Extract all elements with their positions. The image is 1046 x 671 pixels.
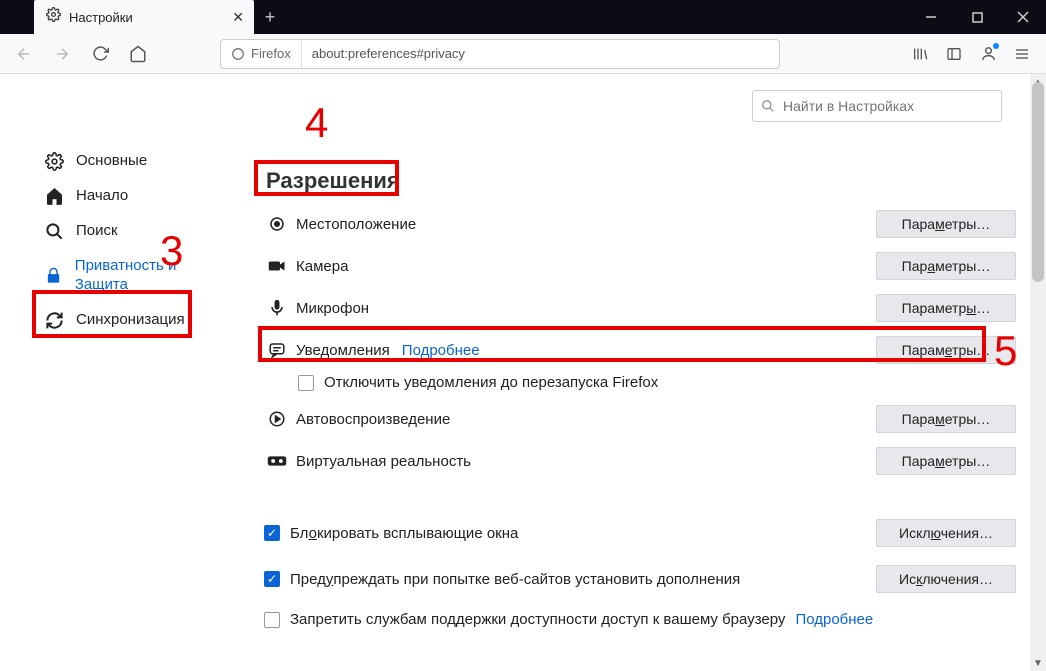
autoplay-settings-button[interactable]: Параметры… <box>876 405 1016 433</box>
url-text: about:preferences#privacy <box>302 46 475 61</box>
camera-settings-button[interactable]: Параметры… <box>876 252 1016 280</box>
forward-button[interactable] <box>46 38 78 70</box>
microphone-settings-button[interactable]: Параметры… <box>876 294 1016 322</box>
permission-label: Автовоспроизведение <box>296 411 450 428</box>
permission-row-microphone: Микрофон Параметры… <box>260 294 1016 322</box>
sidebar-item-sync[interactable]: Синхронизация <box>38 303 230 338</box>
permission-row-vr: Виртуальная реальность Параметры… <box>260 447 1016 475</box>
location-settings-button[interactable]: Параметры… <box>876 210 1016 238</box>
tab-title: Настройки <box>69 10 224 25</box>
permission-row-camera: Камера Параметры… <box>260 252 1016 280</box>
reload-button[interactable] <box>84 38 116 70</box>
location-icon <box>264 215 290 233</box>
preferences-search[interactable] <box>752 90 1002 122</box>
gear-icon <box>46 7 61 27</box>
camera-icon <box>264 259 290 273</box>
warn-addons-row: Предупреждать при попытке веб-сайтов уст… <box>260 565 1016 593</box>
warn-addons-checkbox[interactable] <box>264 571 280 587</box>
browser-toolbar: Firefox about:preferences#privacy <box>0 34 1046 74</box>
permission-label: Уведомления <box>296 342 390 359</box>
accessibility-learn-more-link[interactable]: Подробнее <box>795 611 873 628</box>
sidebar-item-label: Синхронизация <box>76 311 185 330</box>
minimize-button[interactable] <box>908 0 954 34</box>
new-tab-button[interactable]: + <box>254 0 286 34</box>
preferences-content: Основные Начало Поиск Приватность и Защи… <box>0 74 1046 671</box>
sidebar-item-general[interactable]: Основные <box>38 144 230 179</box>
vr-settings-button[interactable]: Параметры… <box>876 447 1016 475</box>
identity-box[interactable]: Firefox <box>221 40 302 68</box>
sidebar-item-label: Основные <box>76 152 147 171</box>
preferences-search-input[interactable] <box>783 98 993 114</box>
sync-icon <box>44 311 64 330</box>
vr-icon <box>264 455 290 467</box>
menu-button[interactable] <box>1006 38 1038 70</box>
pause-notifications-checkbox[interactable] <box>298 375 314 391</box>
sidebar-item-privacy[interactable]: Приватность и Защита <box>38 249 230 303</box>
sidebar-toggle-icon[interactable] <box>938 38 970 70</box>
addons-exceptions-button[interactable]: Исключения… <box>876 565 1016 593</box>
microphone-icon <box>264 299 290 317</box>
window-titlebar: Настройки ✕ + <box>0 0 1046 34</box>
scroll-thumb[interactable] <box>1032 82 1044 282</box>
sidebar-item-search[interactable]: Поиск <box>38 214 230 249</box>
library-icon[interactable] <box>904 38 936 70</box>
maximize-button[interactable] <box>954 0 1000 34</box>
back-button[interactable] <box>8 38 40 70</box>
browser-tab[interactable]: Настройки ✕ <box>34 0 254 34</box>
close-tab-icon[interactable]: ✕ <box>232 9 244 26</box>
notifications-learn-more-link[interactable]: Подробнее <box>402 342 480 359</box>
search-icon <box>44 222 64 241</box>
scroll-down-arrow[interactable]: ▼ <box>1030 655 1046 671</box>
section-title-permissions: Разрешения <box>260 166 406 196</box>
block-popups-checkbox[interactable] <box>264 525 280 541</box>
vertical-scrollbar[interactable]: ▲ ▼ <box>1030 74 1046 671</box>
search-icon <box>761 99 775 113</box>
permission-label: Камера <box>296 258 348 275</box>
permission-label: Микрофон <box>296 300 369 317</box>
home-button[interactable] <box>122 38 154 70</box>
firefox-logo-icon <box>231 47 245 61</box>
notifications-pause-row: Отключить уведомления до перезапуска Fir… <box>298 374 1016 391</box>
notification-icon <box>264 341 290 359</box>
permission-row-location: Местоположение Параметры… <box>260 210 1016 238</box>
permission-row-autoplay: Автовоспроизведение Параметры… <box>260 405 1016 433</box>
preferences-main: Разрешения Местоположение Параметры… Кам… <box>230 74 1046 671</box>
address-bar[interactable]: Firefox about:preferences#privacy <box>220 39 780 69</box>
sidebar-item-label: Начало <box>76 187 128 206</box>
identity-label: Firefox <box>251 46 291 61</box>
accessibility-label: Запретить службам поддержки доступности … <box>290 611 785 628</box>
gear-icon <box>44 152 64 171</box>
popups-exceptions-button[interactable]: Исключения… <box>876 519 1016 547</box>
accessibility-row: Запретить службам поддержки доступности … <box>260 611 1016 628</box>
warn-addons-label: Предупреждать при попытке веб-сайтов уст… <box>290 571 740 588</box>
permission-label: Виртуальная реальность <box>296 453 471 470</box>
block-popups-label: Блокировать всплывающие окна <box>290 525 518 542</box>
permission-label: Местоположение <box>296 216 416 233</box>
autoplay-icon <box>264 410 290 428</box>
permission-row-notifications: Уведомления Подробнее Параметры… <box>260 336 1016 364</box>
notifications-settings-button[interactable]: Параметры… <box>876 336 1016 364</box>
preferences-sidebar: Основные Начало Поиск Приватность и Защи… <box>0 74 230 671</box>
sidebar-item-label: Приватность и Защита <box>75 257 224 295</box>
accessibility-checkbox[interactable] <box>264 612 280 628</box>
block-popups-row: Блокировать всплывающие окна Исключения… <box>260 519 1016 547</box>
home-icon <box>44 187 64 206</box>
account-icon[interactable] <box>972 38 1004 70</box>
lock-icon <box>44 267 63 284</box>
sidebar-item-label: Поиск <box>76 222 118 241</box>
sidebar-item-home[interactable]: Начало <box>38 179 230 214</box>
pause-notifications-label: Отключить уведомления до перезапуска Fir… <box>324 374 658 391</box>
close-window-button[interactable] <box>1000 0 1046 34</box>
